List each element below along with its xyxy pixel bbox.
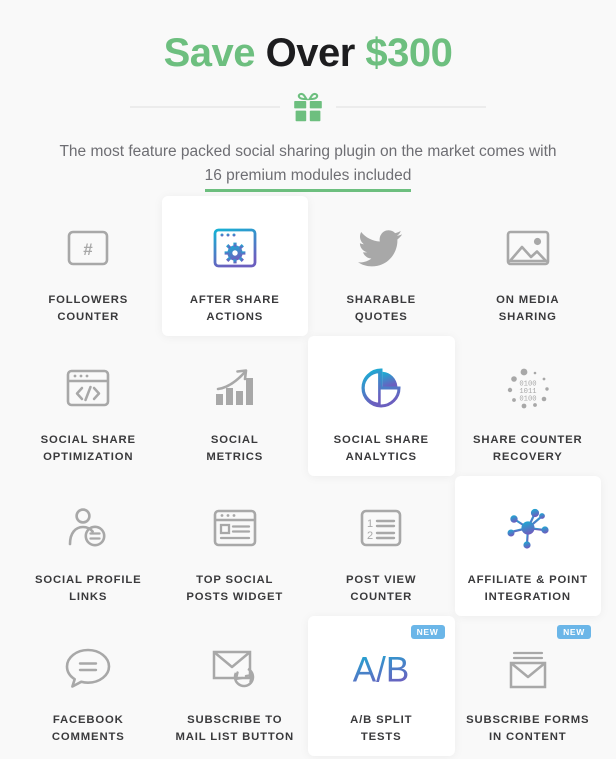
module-card[interactable]: TOP SOCIAL POSTS WIDGET: [162, 476, 309, 616]
chat-bubble-icon: [52, 640, 124, 696]
new-badge: NEW: [410, 625, 445, 639]
browser-list-icon: [199, 500, 271, 556]
module-label: A/B SPLIT TESTS: [350, 714, 413, 743]
module-card[interactable]: NEW A/B A/B SPLIT TESTS: [308, 616, 455, 756]
envelope-lines-icon: [492, 640, 564, 696]
ab-split-icon: A/B: [345, 640, 417, 696]
svg-text:#: #: [84, 240, 94, 259]
module-label: SOCIAL METRICS: [206, 434, 264, 463]
module-label: SOCIAL PROFILE LINKS: [35, 574, 142, 603]
numbered-list-icon: 1 2: [345, 500, 417, 556]
module-card[interactable]: 0100 1011 0100 SHARE COUNTER RECOVERY: [455, 336, 602, 476]
envelope-refresh-icon: [199, 640, 271, 696]
module-card[interactable]: # FOLLOWERS COUNTER: [15, 196, 162, 336]
person-chat-icon: [52, 500, 124, 556]
promo-page: Save Over $300 The most feature packed s…: [0, 0, 616, 759]
svg-text:A/B: A/B: [353, 650, 410, 689]
page-title: Save Over $300: [0, 0, 616, 74]
image-photo-icon: [492, 220, 564, 276]
module-label: AFFILIATE & POINT INTEGRATION: [467, 574, 588, 603]
module-card[interactable]: AFTER SHARE ACTIONS: [161, 196, 308, 336]
module-label: SUBSCRIBE FORMS IN CONTENT: [466, 714, 590, 743]
title-part-over: Over: [265, 31, 356, 75]
network-nodes-icon: [492, 500, 564, 556]
module-card[interactable]: SOCIAL SHARE OPTIMIZATION: [15, 336, 162, 476]
module-card[interactable]: SOCIAL PROFILE LINKS: [15, 476, 162, 616]
divider-line-left: [130, 106, 280, 108]
page-subtitle: The most feature packed social sharing p…: [0, 140, 616, 193]
header-divider: [0, 90, 616, 124]
pie-chart-icon: [345, 360, 417, 416]
svg-text:2: 2: [367, 530, 373, 542]
module-card[interactable]: SOCIAL SHARE ANALYTICS: [308, 336, 455, 476]
subtitle-line: The most feature packed social sharing p…: [59, 143, 557, 160]
title-part-save: Save: [163, 31, 256, 75]
title-part-amount: $300: [365, 31, 453, 75]
svg-text:1: 1: [367, 518, 373, 530]
module-label: SHARABLE QUOTES: [346, 294, 417, 323]
module-label: SOCIAL SHARE ANALYTICS: [333, 434, 429, 463]
module-label: FACEBOOK COMMENTS: [51, 714, 125, 743]
browser-code-icon: [52, 360, 124, 416]
module-label: POST VIEW COUNTER: [346, 574, 417, 603]
bar-chart-arrow-icon: [199, 360, 271, 416]
subtitle-highlight: 16 premium modules included: [204, 164, 412, 193]
module-card[interactable]: SOCIAL METRICS: [162, 336, 309, 476]
hash-square-icon: #: [52, 220, 124, 276]
svg-text:0100: 0100: [519, 396, 536, 404]
module-card[interactable]: ON MEDIA SHARING: [455, 196, 602, 336]
module-label: SUBSCRIBE TO MAIL LIST BUTTON: [175, 714, 295, 743]
module-card[interactable]: NEW SUBSCRIBE FORMS IN CONTENT: [455, 616, 602, 756]
module-label: TOP SOCIAL POSTS WIDGET: [186, 574, 284, 603]
divider-line-right: [336, 106, 486, 108]
module-card[interactable]: SHARABLE QUOTES: [308, 196, 455, 336]
module-grid: # FOLLOWERS COUNTER AFTER SHARE ACTIONS S…: [15, 196, 601, 756]
module-label: AFTER SHARE ACTIONS: [189, 294, 280, 323]
module-label: FOLLOWERS COUNTER: [48, 294, 129, 323]
module-card[interactable]: FACEBOOK COMMENTS: [15, 616, 162, 756]
module-card[interactable]: AFFILIATE & POINT INTEGRATION: [454, 476, 601, 616]
browser-gear-icon: [199, 220, 271, 276]
module-card[interactable]: 1 2 POST VIEW COUNTER: [308, 476, 455, 616]
gift-icon: [280, 92, 336, 122]
module-label: SOCIAL SHARE OPTIMIZATION: [40, 434, 136, 463]
new-badge: NEW: [557, 625, 591, 639]
binary-dots-icon: 0100 1011 0100: [492, 360, 564, 416]
twitter-bird-icon: [345, 220, 417, 276]
module-label: SHARE COUNTER RECOVERY: [472, 434, 583, 463]
module-card[interactable]: SUBSCRIBE TO MAIL LIST BUTTON: [162, 616, 309, 756]
module-label: ON MEDIA SHARING: [496, 294, 560, 323]
